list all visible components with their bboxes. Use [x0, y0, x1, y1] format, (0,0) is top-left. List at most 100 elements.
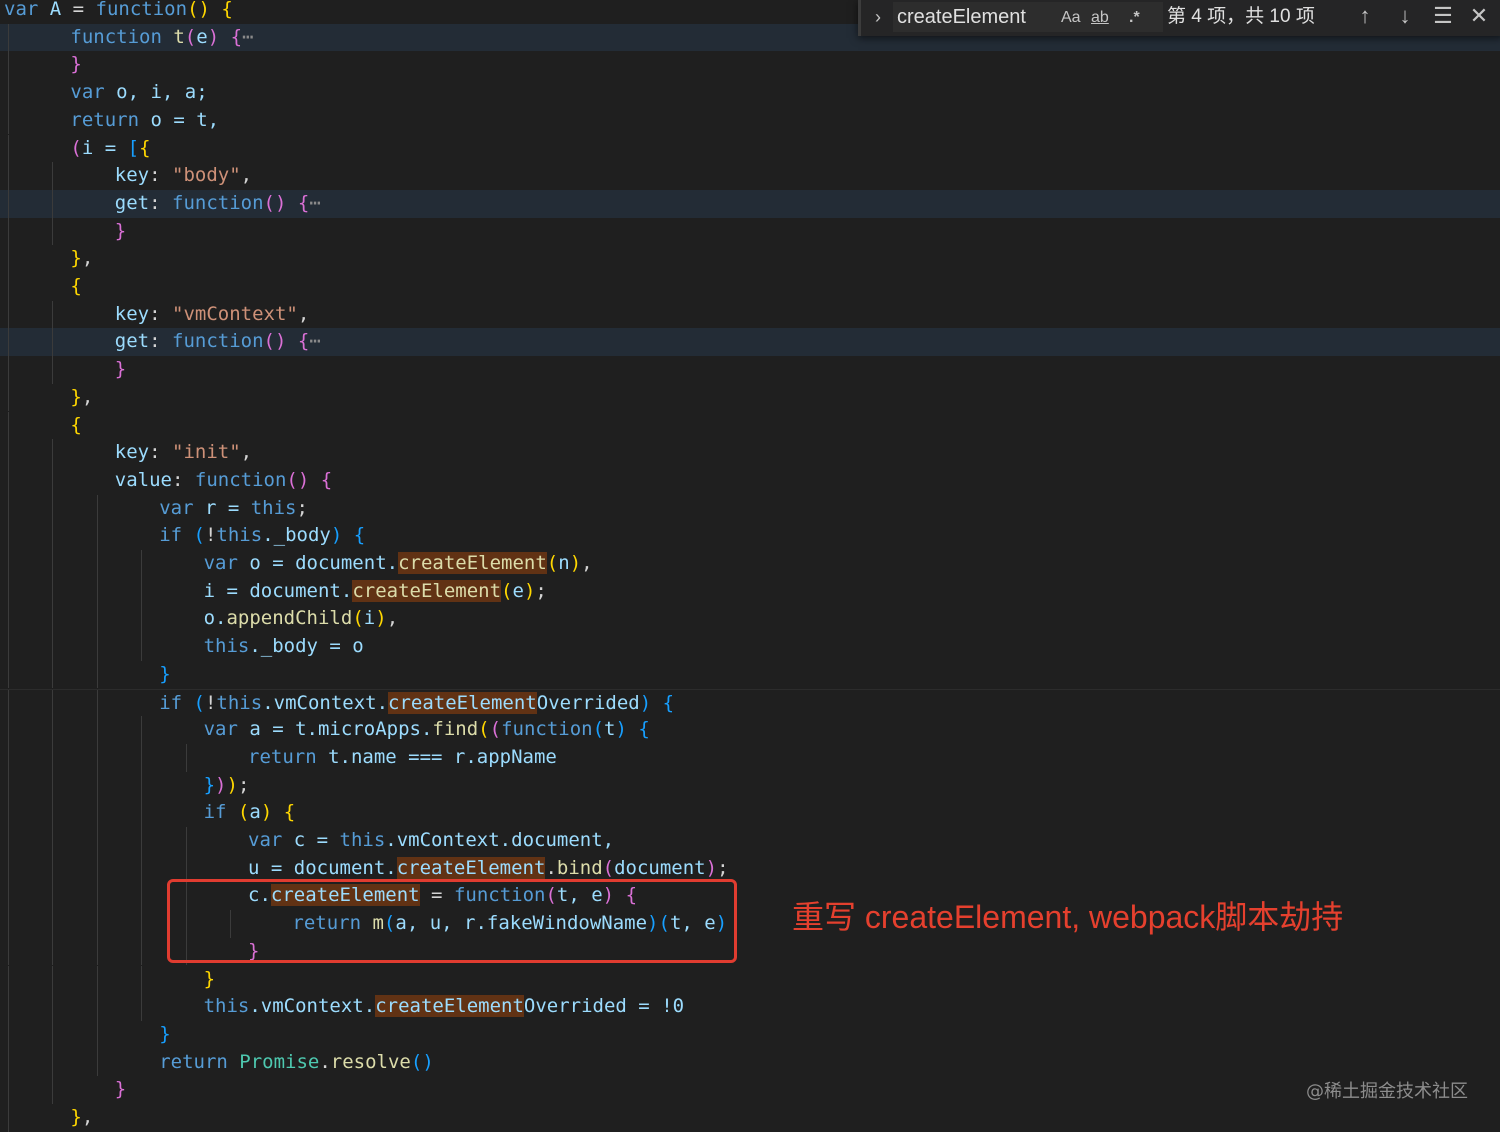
code-token: o. — [203, 607, 227, 630]
indent-guide — [52, 660, 54, 689]
code-line[interactable]: })); — [0, 771, 1500, 800]
code-text: o.appendChild(i), — [204, 605, 399, 633]
code-line[interactable]: var c = this.vmContext.document, — [0, 827, 1500, 855]
code-line[interactable]: get: function() {⋯ — [0, 328, 1500, 357]
code-token: o = t, — [150, 108, 220, 131]
regex-button[interactable]: .* — [1129, 6, 1140, 30]
search-match: createElement — [398, 552, 547, 574]
code-token: key — [114, 164, 150, 187]
code-line[interactable]: get: function() {⋯ — [0, 189, 1500, 218]
code-token: t — [173, 25, 185, 48]
code-line[interactable]: key: "body", — [0, 162, 1500, 190]
code-line[interactable]: this.vmContext.createElementOverrided = … — [0, 993, 1500, 1021]
code-line[interactable]: }, — [0, 245, 1500, 273]
indent-guide — [8, 937, 9, 966]
code-line[interactable]: } — [0, 660, 1500, 689]
indent-guide — [8, 605, 9, 634]
arrow-down-icon[interactable]: ↓ — [1391, 2, 1419, 30]
code-token: value — [114, 468, 172, 491]
indent-guide — [8, 522, 9, 550]
indent-guide — [52, 300, 54, 329]
code-line[interactable]: key: "vmContext", — [0, 300, 1500, 329]
arrow-up-icon[interactable]: ↑ — [1351, 2, 1379, 30]
indent-guide — [96, 854, 98, 883]
find-input-box[interactable]: Aa ab .* — [893, 2, 1163, 32]
code-token: ) — [523, 579, 536, 602]
code-line[interactable]: value: function() { — [0, 466, 1500, 495]
code-line[interactable]: if (!this._body) { — [0, 522, 1500, 550]
indent-guide — [141, 577, 143, 606]
code-token: ) — [615, 718, 639, 741]
code-line[interactable]: if (a) { — [0, 799, 1500, 827]
code-token: , — [81, 247, 94, 270]
code-line[interactable]: }, — [0, 383, 1500, 412]
code-line[interactable]: if (!this.vmContext.createElementOverrid… — [0, 688, 1500, 718]
code-line[interactable]: { — [0, 411, 1500, 440]
find-in-selection-icon[interactable]: ☰ — [1429, 2, 1457, 30]
match-case-button[interactable]: Aa — [1061, 6, 1081, 30]
code-line[interactable]: } — [0, 356, 1500, 384]
whole-word-button[interactable]: ab — [1091, 6, 1109, 30]
code-text: get: function() {⋯ — [115, 190, 321, 218]
code-line[interactable]: } — [0, 965, 1500, 994]
annotation-text: 重写 createElement, webpack脚本劫持 — [792, 899, 1344, 935]
code-token: ( — [501, 579, 513, 602]
indent-guide — [96, 494, 98, 523]
indent-guide — [52, 716, 54, 744]
indent-guide — [96, 799, 98, 827]
code-line[interactable]: return o = t, — [0, 106, 1500, 135]
indent-guide — [96, 605, 98, 634]
code-line[interactable]: } — [0, 51, 1500, 80]
code-line[interactable]: return Promise.resolve() — [0, 1048, 1500, 1077]
code-line[interactable]: }, — [0, 1104, 1500, 1132]
code-line[interactable]: i = document.createElement(e); — [0, 577, 1500, 606]
code-token: var — [4, 0, 39, 20]
indent-guide — [96, 633, 98, 661]
code-token: () — [187, 0, 222, 20]
indent-guide — [8, 439, 9, 467]
indent-guide — [96, 522, 98, 550]
code-token: bind — [556, 856, 603, 879]
code-line[interactable]: } — [0, 1020, 1500, 1049]
code-line[interactable]: { — [0, 273, 1500, 301]
code-line[interactable]: var o = document.createElement(n), — [0, 550, 1500, 578]
code-text: this.vmContext.createElementOverrided = … — [204, 993, 684, 1021]
find-input[interactable] — [893, 2, 1061, 32]
code-line[interactable]: o.appendChild(i), — [0, 605, 1500, 634]
chevron-right-icon[interactable]: › — [867, 4, 889, 30]
indent-guide — [52, 550, 54, 578]
code-line[interactable]: this._body = o — [0, 633, 1500, 661]
code-line[interactable]: key: "init", — [0, 439, 1500, 467]
code-line[interactable]: (i = [{ — [0, 134, 1500, 163]
indent-guide — [52, 854, 54, 883]
code-line[interactable]: var r = this; — [0, 494, 1500, 523]
indent-guide — [96, 743, 98, 772]
indent-guide — [52, 965, 54, 994]
indent-guide — [52, 1048, 54, 1077]
code-token: ! — [204, 691, 217, 714]
code-token: Promise — [239, 1050, 320, 1073]
close-icon[interactable]: ✕ — [1465, 2, 1493, 30]
indent-guide — [96, 993, 98, 1021]
code-token: () — [286, 468, 321, 491]
code-line[interactable]: return t.name === r.appName — [0, 743, 1500, 772]
code-token: key — [114, 302, 150, 325]
indent-guide — [52, 827, 54, 855]
indent-guide — [8, 300, 9, 329]
code-line[interactable]: } — [0, 217, 1500, 246]
indent-guide — [52, 356, 54, 384]
code-token: } — [70, 385, 82, 408]
code-token: ⋯ — [309, 191, 321, 214]
code-token: ) — [569, 552, 582, 574]
code-token: ( — [237, 801, 250, 824]
find-widget: › Aa ab .* 第 4 项，共 10 项 ↑ ↓ ☰ ✕ — [858, 0, 1500, 36]
code-line[interactable]: } — [0, 1076, 1500, 1104]
indent-guide — [141, 743, 143, 772]
code-line[interactable]: var a = t.microApps.find((function(t) { — [0, 716, 1500, 744]
indent-guide — [8, 245, 9, 273]
code-token: ) — [330, 524, 354, 547]
code-line[interactable]: var o, i, a; — [0, 79, 1500, 107]
indent-guide — [8, 689, 9, 718]
code-token: ) — [639, 691, 663, 714]
code-token: , — [240, 164, 253, 187]
